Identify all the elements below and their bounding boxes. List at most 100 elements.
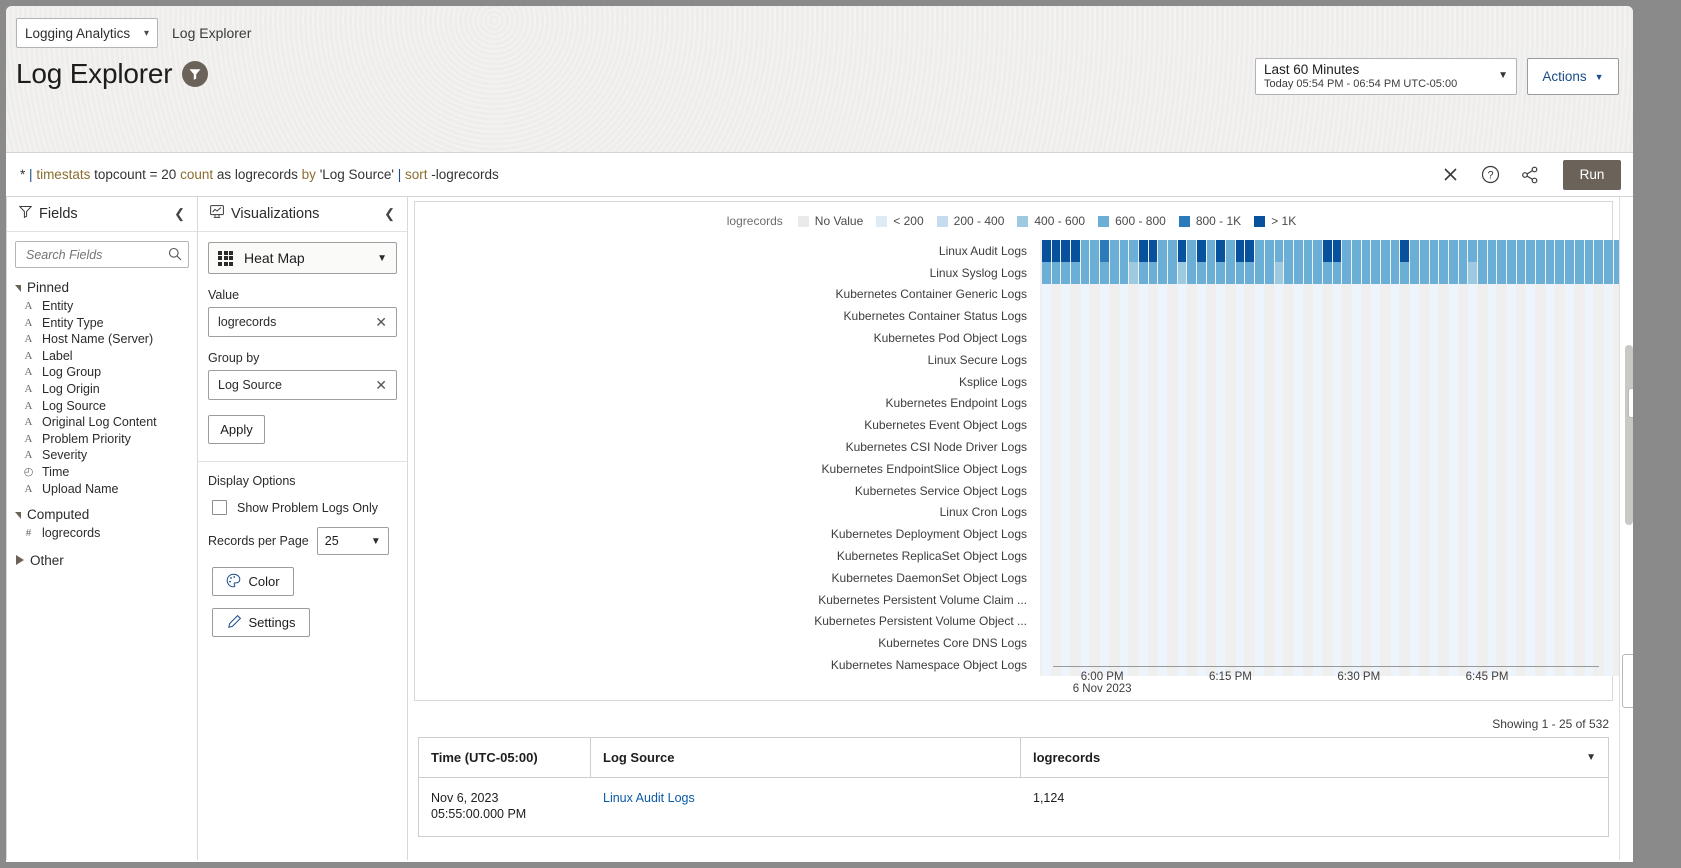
heatmap-cell[interactable] bbox=[1516, 370, 1526, 393]
heatmap-cell[interactable] bbox=[1332, 566, 1342, 589]
heatmap-cell[interactable] bbox=[1574, 283, 1584, 306]
heatmap-cell[interactable] bbox=[1080, 348, 1090, 371]
heatmap-cell[interactable] bbox=[1390, 632, 1400, 655]
heatmap-cell[interactable] bbox=[1381, 523, 1390, 546]
heatmap-cell[interactable] bbox=[1555, 392, 1565, 415]
heatmap-cell[interactable] bbox=[1100, 370, 1109, 393]
heatmap-cell[interactable] bbox=[1516, 545, 1526, 567]
heatmap-cell[interactable] bbox=[1477, 305, 1487, 328]
heatmap-cell[interactable] bbox=[1303, 501, 1313, 524]
query-input[interactable]: * | timestats topcount = 20 count as log… bbox=[20, 167, 1439, 182]
heatmap-cell[interactable] bbox=[1235, 392, 1245, 415]
heatmap-cell[interactable] bbox=[1216, 370, 1226, 393]
heatmap-cell[interactable] bbox=[1177, 436, 1187, 458]
heatmap-cell[interactable] bbox=[1119, 414, 1129, 437]
heatmap-cell[interactable] bbox=[1313, 457, 1322, 480]
heatmap-cell[interactable] bbox=[1448, 414, 1458, 437]
heatmap-cell[interactable] bbox=[1293, 240, 1303, 262]
heatmap-cell[interactable] bbox=[1274, 261, 1284, 284]
heatmap-cell[interactable] bbox=[1361, 283, 1371, 306]
heatmap-cell[interactable] bbox=[1051, 370, 1061, 393]
heatmap-cell[interactable] bbox=[1603, 632, 1613, 655]
heatmap-cell[interactable] bbox=[1245, 414, 1255, 437]
heatmap-cell[interactable] bbox=[1138, 501, 1148, 524]
heatmap-cell[interactable] bbox=[1061, 348, 1071, 371]
heatmap-cell[interactable] bbox=[1148, 501, 1158, 524]
heatmap-cell[interactable] bbox=[1187, 523, 1196, 546]
heatmap-cell[interactable] bbox=[1448, 545, 1458, 567]
heatmap-cell[interactable] bbox=[1603, 414, 1613, 437]
heatmap-cell[interactable] bbox=[1603, 610, 1613, 633]
heatmap-cell[interactable] bbox=[1526, 305, 1536, 328]
heatmap-cell[interactable] bbox=[1264, 479, 1274, 502]
heatmap-cell[interactable] bbox=[1536, 610, 1545, 633]
heatmap-cell[interactable] bbox=[1361, 348, 1371, 371]
heatmap-cell[interactable] bbox=[1332, 610, 1342, 633]
heatmap-cell[interactable] bbox=[1129, 545, 1138, 567]
heatmap-cell[interactable] bbox=[1322, 283, 1332, 306]
heatmap-cell[interactable] bbox=[1448, 283, 1458, 306]
heatmap-cell[interactable] bbox=[1574, 545, 1584, 567]
visualization-type-dropdown[interactable]: Heat Map ▼ bbox=[208, 242, 397, 274]
heatmap-cell[interactable] bbox=[1167, 501, 1177, 524]
heatmap-cell[interactable] bbox=[1594, 545, 1603, 567]
heatmap-cell[interactable] bbox=[1342, 370, 1351, 393]
heatmap-cell[interactable] bbox=[1322, 392, 1332, 415]
heatmap-cell[interactable] bbox=[1487, 566, 1497, 589]
heatmap-cell[interactable] bbox=[1148, 327, 1158, 349]
heatmap-row-label[interactable]: Kubernetes ReplicaSet Object Logs bbox=[425, 549, 1040, 563]
heatmap-cell[interactable] bbox=[1332, 392, 1342, 415]
heatmap-cell[interactable] bbox=[1487, 523, 1497, 546]
heatmap-cell[interactable] bbox=[1206, 283, 1216, 306]
heatmap-cell[interactable] bbox=[1313, 414, 1322, 437]
heatmap-cell[interactable] bbox=[1109, 479, 1119, 502]
heatmap-cell[interactable] bbox=[1439, 327, 1448, 349]
heatmap-cell[interactable] bbox=[1197, 588, 1206, 611]
heatmap-cell[interactable] bbox=[1119, 501, 1129, 524]
heatmap-cell[interactable] bbox=[1167, 327, 1177, 349]
heatmap-cell[interactable] bbox=[1293, 523, 1303, 546]
heatmap-cell[interactable] bbox=[1594, 610, 1603, 633]
heatmap-cell[interactable] bbox=[1390, 261, 1400, 284]
heatmap-cell[interactable] bbox=[1274, 305, 1284, 328]
heatmap-cell[interactable] bbox=[1526, 240, 1536, 262]
heatmap-cell[interactable] bbox=[1497, 327, 1506, 349]
heatmap-cell[interactable] bbox=[1487, 348, 1497, 371]
heatmap-cell[interactable] bbox=[1565, 632, 1574, 655]
heatmap-cell[interactable] bbox=[1410, 283, 1419, 306]
heatmap-cell[interactable] bbox=[1584, 457, 1594, 480]
heatmap-cell[interactable] bbox=[1206, 632, 1216, 655]
heatmap-cell[interactable] bbox=[1381, 436, 1390, 458]
heatmap-cell[interactable] bbox=[1061, 305, 1071, 328]
heatmap-cell[interactable] bbox=[1255, 305, 1264, 328]
heatmap-cell[interactable] bbox=[1516, 479, 1526, 502]
heatmap-cell[interactable] bbox=[1448, 370, 1458, 393]
heatmap-cell[interactable] bbox=[1187, 261, 1196, 284]
heatmap-cell[interactable] bbox=[1197, 392, 1206, 415]
heatmap-cell[interactable] bbox=[1138, 348, 1148, 371]
heatmap-cell[interactable] bbox=[1245, 523, 1255, 546]
heatmap-cell[interactable] bbox=[1138, 610, 1148, 633]
heatmap-cell[interactable] bbox=[1187, 436, 1196, 458]
heatmap-cell[interactable] bbox=[1516, 566, 1526, 589]
heatmap-cell[interactable] bbox=[1148, 523, 1158, 546]
heatmap-cell[interactable] bbox=[1603, 566, 1613, 589]
heatmap-cell[interactable] bbox=[1129, 283, 1138, 306]
heatmap-cell[interactable] bbox=[1158, 588, 1167, 611]
heatmap-cell[interactable] bbox=[1293, 261, 1303, 284]
heatmap-cell[interactable] bbox=[1264, 523, 1274, 546]
heatmap-cell[interactable] bbox=[1555, 348, 1565, 371]
heatmap-cell[interactable] bbox=[1594, 523, 1603, 546]
heatmap-cell[interactable] bbox=[1264, 457, 1274, 480]
heatmap-cell[interactable] bbox=[1197, 240, 1206, 262]
heatmap-cell[interactable] bbox=[1187, 545, 1196, 567]
heatmap-cell[interactable] bbox=[1274, 327, 1284, 349]
heatmap-cell[interactable] bbox=[1603, 240, 1613, 262]
heatmap-cell[interactable] bbox=[1439, 348, 1448, 371]
heatmap-cell[interactable] bbox=[1284, 305, 1293, 328]
heatmap-cell[interactable] bbox=[1226, 370, 1235, 393]
heatmap-cell[interactable] bbox=[1109, 370, 1119, 393]
heatmap-cell[interactable] bbox=[1487, 370, 1497, 393]
heatmap-cell[interactable] bbox=[1109, 414, 1119, 437]
heatmap-cell[interactable] bbox=[1381, 305, 1390, 328]
